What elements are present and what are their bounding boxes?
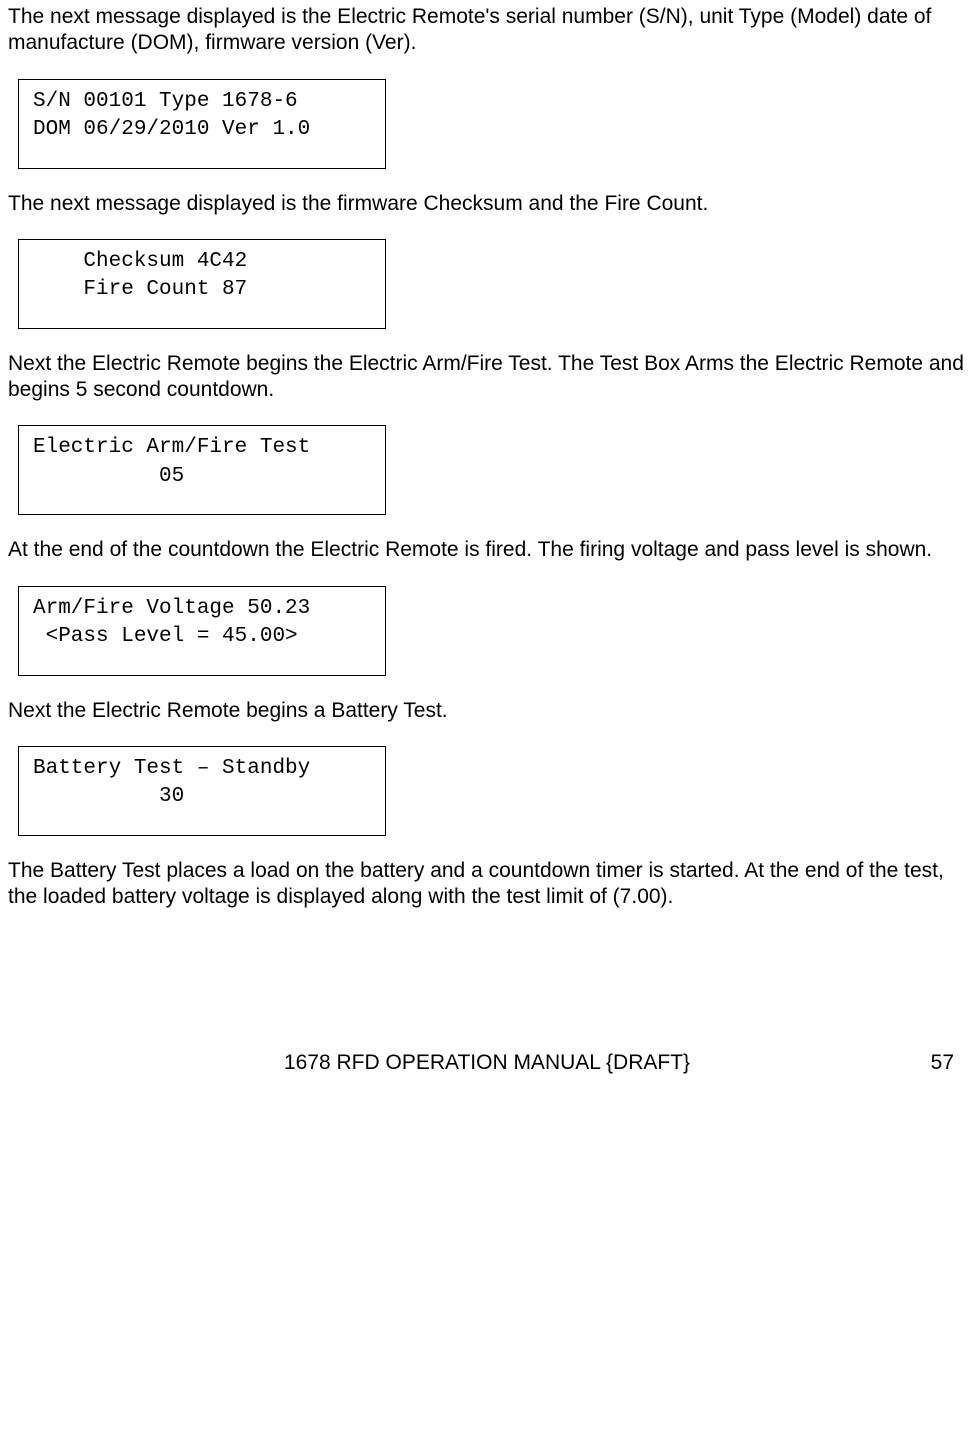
paragraph-intro-sn: The next message displayed is the Electr… <box>8 4 966 57</box>
footer-title: 1678 RFD OPERATION MANUAL {DRAFT} <box>8 1050 966 1076</box>
paragraph-armfire: Next the Electric Remote begins the Elec… <box>8 351 966 404</box>
lcd-display-checksum: Checksum 4C42 Fire Count 87 <box>18 239 386 329</box>
page-footer: 1678 RFD OPERATION MANUAL {DRAFT} 57 <box>8 1050 966 1080</box>
lcd-display-armfire-test: Electric Arm/Fire Test 05 <box>18 425 386 515</box>
lcd-display-fire-voltage: Arm/Fire Voltage 50.23 <Pass Level = 45.… <box>18 586 386 676</box>
footer-page-number: 57 <box>931 1050 954 1076</box>
lcd-display-battery-test: Battery Test – Standby 30 <box>18 746 386 836</box>
paragraph-checksum: The next message displayed is the firmwa… <box>8 191 966 217</box>
lcd-display-sn: S/N 00101 Type 1678-6 DOM 06/29/2010 Ver… <box>18 79 386 169</box>
paragraph-battery-result: The Battery Test places a load on the ba… <box>8 858 966 911</box>
paragraph-fire-result: At the end of the countdown the Electric… <box>8 537 966 563</box>
paragraph-battery-test: Next the Electric Remote begins a Batter… <box>8 698 966 724</box>
